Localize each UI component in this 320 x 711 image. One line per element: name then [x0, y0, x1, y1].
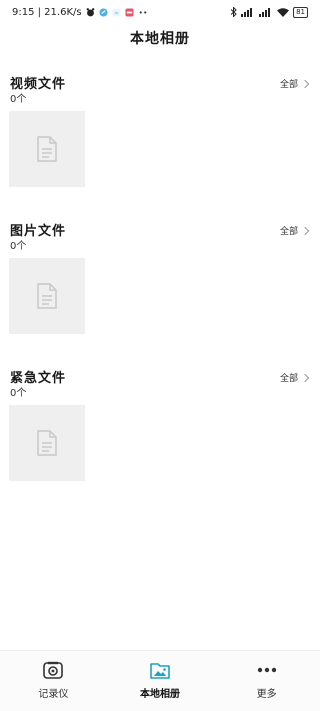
view-all-label: 全部 — [279, 374, 298, 384]
more-notifications-icon — [138, 8, 148, 17]
camera-icon — [42, 661, 64, 679]
app-notification-icon: ≈ — [112, 7, 121, 17]
nav-label: 记录仪 — [38, 689, 69, 700]
app-notification-icon — [125, 7, 134, 17]
section-count: 0个 — [10, 241, 27, 252]
nav-label: 更多 — [256, 689, 277, 700]
more-dots-icon — [256, 661, 278, 679]
nav-item-recorder[interactable]: 记录仪 — [0, 651, 106, 711]
section-count: 0个 — [10, 388, 27, 399]
section-header: 视频文件 0个 全部 — [0, 73, 320, 105]
status-right: 81 — [230, 6, 308, 18]
document-icon — [37, 283, 57, 309]
nav-item-more[interactable]: 更多 — [214, 651, 320, 711]
status-bar: 9:15 | 21.6K/s ≈ 81 — [0, 0, 320, 24]
folder-image-icon — [149, 661, 171, 679]
bluetooth-icon — [230, 7, 237, 17]
empty-file-placeholder — [9, 111, 85, 187]
empty-file-placeholder — [9, 405, 85, 481]
chevron-right-icon — [300, 79, 310, 88]
view-all-images-link[interactable]: 全部 — [279, 224, 310, 237]
status-time-speed: 9:15 | 21.6K/s — [12, 6, 82, 18]
signal-icon — [259, 7, 273, 17]
section-emergency-files: 紧急文件 0个 全部 — [0, 367, 320, 481]
view-all-label: 全部 — [279, 80, 298, 90]
nav-label: 本地相册 — [139, 689, 180, 700]
empty-file-placeholder — [9, 258, 85, 334]
section-header: 紧急文件 0个 全部 — [0, 367, 320, 399]
section-header: 图片文件 0个 全部 — [0, 220, 320, 252]
chevron-right-icon — [300, 373, 310, 382]
status-left: 9:15 | 21.6K/s ≈ — [12, 7, 148, 18]
view-all-videos-link[interactable]: 全部 — [279, 77, 310, 90]
svg-text:≈: ≈ — [114, 10, 119, 16]
view-all-label: 全部 — [279, 227, 298, 237]
nav-item-local-album[interactable]: 本地相册 — [107, 651, 213, 711]
battery-indicator: 81 — [293, 6, 308, 18]
section-image-files: 图片文件 0个 全部 — [0, 220, 320, 334]
document-icon — [37, 136, 57, 162]
page-title: 本地相册 — [130, 31, 190, 47]
bottom-nav: 记录仪 本地相册 更多 — [0, 650, 320, 711]
document-icon — [37, 430, 57, 456]
signal-icon — [241, 7, 255, 17]
section-count: 0个 — [10, 94, 27, 105]
wifi-icon — [277, 7, 290, 17]
view-all-emergency-link[interactable]: 全部 — [279, 371, 310, 384]
alarm-icon — [86, 7, 95, 17]
chevron-right-icon — [300, 226, 310, 235]
app-notification-icon — [99, 7, 108, 17]
section-video-files: 视频文件 0个 全部 — [0, 73, 320, 187]
